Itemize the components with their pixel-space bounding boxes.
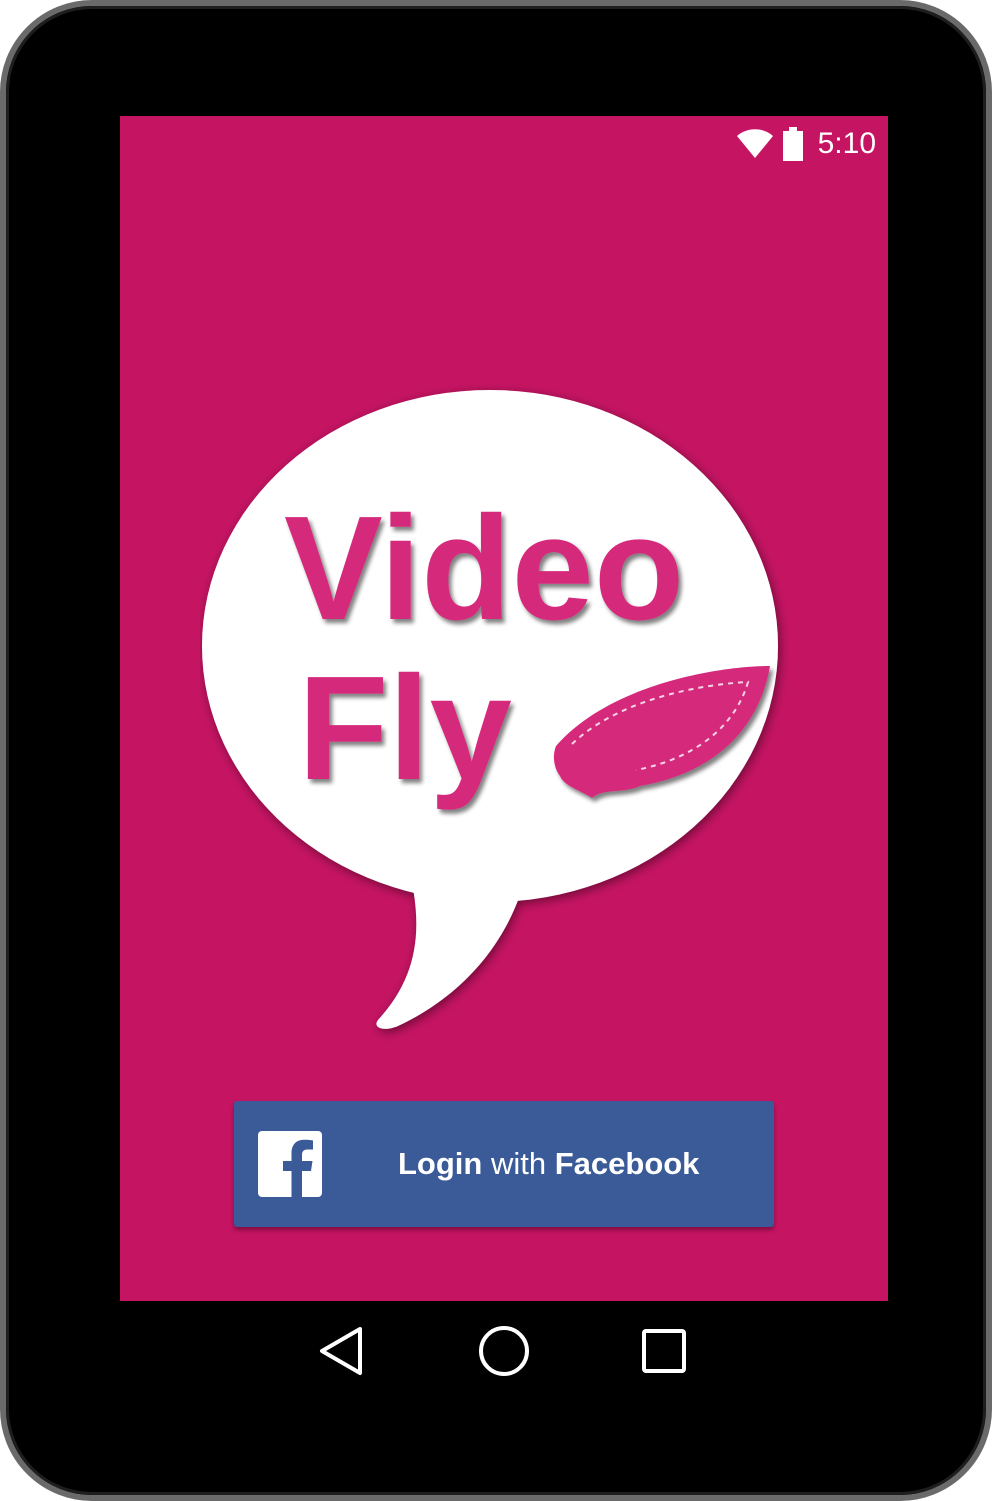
- login-with-facebook-button[interactable]: Login with Facebook: [234, 1101, 774, 1227]
- login-button-label: Login with Facebook: [398, 1101, 699, 1227]
- status-icons: 5:10: [736, 126, 876, 162]
- battery-icon: [782, 127, 803, 161]
- login-label-brand: Facebook: [554, 1146, 700, 1181]
- videofly-logo: Video Fly: [200, 384, 808, 1044]
- back-icon: [320, 1327, 362, 1375]
- status-bar: 5:10: [120, 116, 888, 172]
- wifi-icon: [736, 129, 773, 158]
- recents-button[interactable]: [634, 1321, 694, 1381]
- tablet-frame: 5:10 Video Fly Login with Facebook: [0, 0, 992, 1501]
- status-clock: 5:10: [817, 127, 876, 160]
- home-button[interactable]: [474, 1321, 534, 1381]
- home-icon: [479, 1326, 529, 1376]
- android-nav-bar: [120, 1301, 888, 1397]
- logo-line-video: Video: [284, 486, 684, 651]
- app-screen: 5:10 Video Fly Login with Facebook: [120, 116, 888, 1301]
- login-label-middle: with: [482, 1146, 555, 1181]
- login-label-prefix: Login: [398, 1146, 483, 1181]
- logo-line-fly: Fly: [298, 646, 512, 811]
- recents-icon: [642, 1329, 686, 1373]
- facebook-icon: [258, 1131, 322, 1197]
- back-button[interactable]: [312, 1321, 372, 1381]
